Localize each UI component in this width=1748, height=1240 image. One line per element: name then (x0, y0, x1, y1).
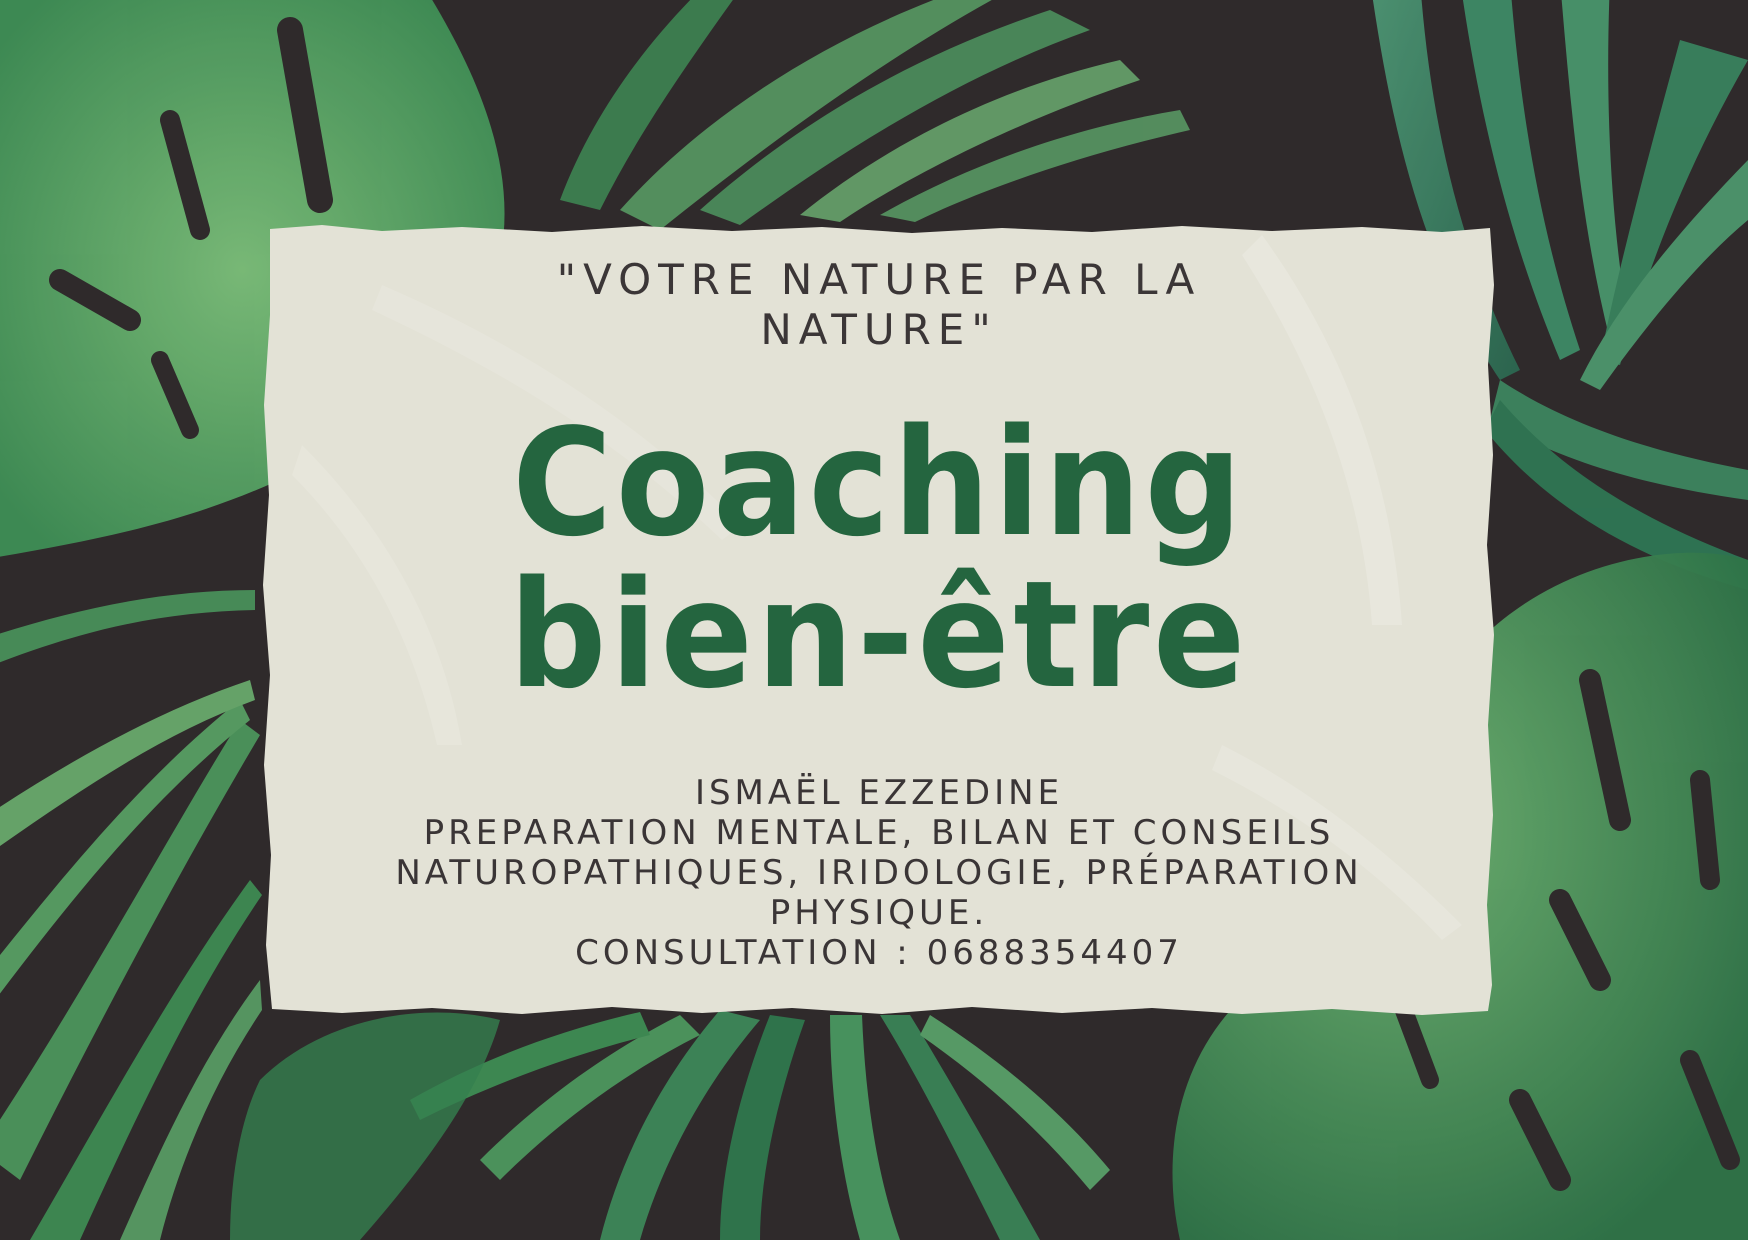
services-line-1: PREPARATION MENTALE, BILAN ET CONSEILS (423, 813, 1335, 853)
text-card: "VOTRE NATURE PAR LA NATURE" Coaching bi… (262, 225, 1496, 1015)
palm-leaves-top-center (560, 0, 1190, 230)
tagline-quote: "VOTRE NATURE PAR LA NATURE" (262, 255, 1496, 355)
tagline-line-2: NATURE" (760, 305, 998, 354)
card-text: "VOTRE NATURE PAR LA NATURE" Coaching bi… (262, 225, 1496, 1015)
tagline-line-1: "VOTRE NATURE PAR LA (556, 255, 1202, 304)
main-title: Coaching bien-être (311, 407, 1446, 711)
services-line-3: PHYSIQUE. (769, 893, 989, 933)
palm-fronds-left (0, 590, 262, 1240)
consultation-phone: CONSULTATION : 0688354407 (575, 933, 1183, 973)
flyer-canvas: "VOTRE NATURE PAR LA NATURE" Coaching bi… (0, 0, 1748, 1240)
palm-leaves-bottom-center (410, 1010, 1110, 1240)
coach-info: ISMAËL EZZEDINE PREPARATION MENTALE, BIL… (262, 773, 1496, 973)
services-line-2: NATUROPATHIQUES, IRIDOLOGIE, PRÉPARATION (395, 853, 1363, 893)
coach-name: ISMAËL EZZEDINE (694, 773, 1064, 813)
leaf-bottom-left (230, 1012, 500, 1240)
title-line-1: Coaching (512, 397, 1246, 569)
title-line-2: bien-être (509, 549, 1249, 721)
